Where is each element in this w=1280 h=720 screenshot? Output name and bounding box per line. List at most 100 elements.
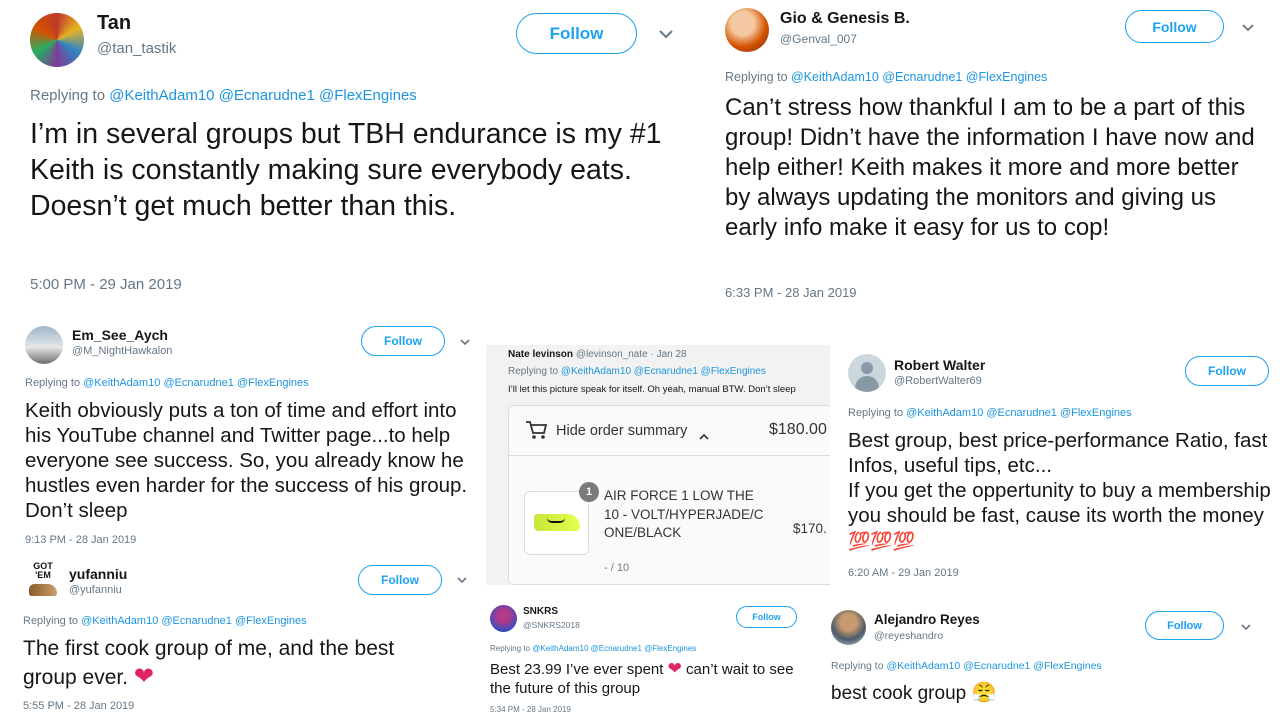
display-name[interactable]: SNKRS <box>523 606 558 617</box>
user-handle[interactable]: @tan_tastik <box>97 40 176 57</box>
mention-link[interactable]: @KeithAdam10 <box>532 644 588 653</box>
timestamp[interactable]: 6:20 AM - 29 Jan 2019 <box>848 567 959 579</box>
follow-button[interactable]: Follow <box>1185 356 1269 386</box>
avatar[interactable] <box>831 610 866 645</box>
mention-link[interactable]: @Ecnarudne1 <box>161 615 232 627</box>
tweet-card-tan: Tan @tan_tastik Follow Replying to @Keit… <box>0 0 700 318</box>
order-item: 1 AIR FORCE 1 LOW THE 10 - VOLT/HYPERJAD… <box>509 457 830 585</box>
tweet-text-body: Best group, best price-performance Ratio… <box>848 429 1271 527</box>
timestamp[interactable]: 5:55 PM - 28 Jan 2019 <box>23 700 134 712</box>
tweet-date[interactable]: · Jan 28 <box>650 349 686 360</box>
user-handle[interactable]: @yufanniu <box>69 584 122 596</box>
tweet-card-robert-walter: Robert Walter @RobertWalter69 Follow Rep… <box>830 345 1280 595</box>
tweet-text: Best 23.99 I’ve ever spent ❤ can’t wait … <box>490 659 810 698</box>
heart-emoji: ❤ <box>667 659 682 678</box>
product-price: $170. <box>793 521 827 536</box>
avatar[interactable] <box>848 354 886 392</box>
timestamp[interactable]: 5:34 PM - 28 Jan 2019 <box>490 705 571 714</box>
tweet-text: Can’t stress how thankful I am to be a p… <box>725 94 1255 241</box>
user-handle[interactable]: @Genval_007 <box>780 32 857 46</box>
tweet-text-body: best cook group <box>831 683 967 704</box>
steam-face-emoji: 😤 <box>971 682 997 704</box>
avatar[interactable] <box>30 13 84 67</box>
avatar-sneaker <box>29 584 57 596</box>
mention-link[interactable]: @FlexEngines <box>966 70 1047 84</box>
follow-button[interactable]: Follow <box>358 565 442 595</box>
mention-link[interactable]: @Ecnarudne1 <box>963 660 1030 672</box>
replying-to: Replying to @KeithAdam10 @Ecnarudne1 @Fl… <box>30 87 417 104</box>
mention-link[interactable]: @KeithAdam10 <box>561 366 631 377</box>
tweet-card-snkrs: SNKRS @SNKRS2018 Follow Replying to @Kei… <box>486 600 816 720</box>
avatar[interactable]: GOT 'EM <box>28 562 58 600</box>
mention-link[interactable]: @Ecnarudne1 <box>986 407 1057 419</box>
swoosh-icon <box>547 518 565 523</box>
user-handle[interactable]: @M_NightHawkalon <box>72 345 172 357</box>
order-summary-bar[interactable]: Hide order summary $180.00 <box>509 406 830 456</box>
display-name[interactable]: Nate levinson <box>508 349 573 360</box>
timestamp[interactable]: 6:33 PM - 28 Jan 2019 <box>725 285 857 300</box>
chevron-up-icon[interactable] <box>699 427 709 445</box>
tweet-text-body: The first cook group of me, and the best… <box>23 637 395 689</box>
mention-link[interactable]: @KeithAdam10 <box>791 70 879 84</box>
tweet-text: Keith obviously puts a ton of time and e… <box>25 399 468 522</box>
product-name: AIR FORCE 1 LOW THE 10 - VOLT/HYPERJADE/… <box>604 488 764 540</box>
tweet-text: Best group, best price-performance Ratio… <box>848 428 1278 554</box>
replying-to: Replying to @KeithAdam10 @Ecnarudne1 @Fl… <box>490 644 697 653</box>
mention-link[interactable]: @FlexEngines <box>1060 407 1132 419</box>
tweet-card-gio: Gio & Genesis B. @Genval_007 Follow Repl… <box>700 0 1280 318</box>
replying-to: Replying to @KeithAdam10 @Ecnarudne1 @Fl… <box>23 615 307 627</box>
order-total: $180.00 <box>769 421 827 438</box>
mention-link[interactable]: @KeithAdam10 <box>83 377 160 389</box>
avatar[interactable] <box>490 605 517 632</box>
display-name[interactable]: Tan <box>97 12 131 35</box>
default-avatar-head <box>861 362 873 374</box>
mention-link[interactable]: @FlexEngines <box>644 644 696 653</box>
follow-button[interactable]: Follow <box>361 326 445 356</box>
heart-emoji: ❤ <box>133 663 155 690</box>
follow-button[interactable]: Follow <box>736 606 797 628</box>
avatar[interactable] <box>725 8 769 52</box>
replying-to: Replying to @KeithAdam10 @Ecnarudne1 @Fl… <box>848 407 1132 419</box>
tweet-text: I’ll let this picture speak for itself. … <box>508 384 796 395</box>
tweet-header: Nate levinson @levinson_nate · Jan 28 <box>508 349 687 360</box>
display-name[interactable]: Alejandro Reyes <box>874 612 980 627</box>
mention-link[interactable]: @FlexEngines <box>701 366 766 377</box>
mention-link[interactable]: @Ecnarudne1 <box>634 366 698 377</box>
mention-link[interactable]: @Ecnarudne1 <box>591 644 642 653</box>
mention-link[interactable]: @FlexEngines <box>235 615 307 627</box>
display-name[interactable]: Robert Walter <box>894 357 985 373</box>
avatar[interactable] <box>25 326 63 364</box>
replying-to: Replying to @KeithAdam10 @Ecnarudne1 @Fl… <box>25 377 309 389</box>
product-size: - / 10 <box>604 562 630 574</box>
replying-to: Replying to @KeithAdam10 @Ecnarudne1 @Fl… <box>831 660 1102 672</box>
timestamp[interactable]: 9:13 PM - 28 Jan 2019 <box>25 534 136 546</box>
mention-link[interactable]: @Ecnarudne1 <box>219 87 315 104</box>
mention-link[interactable]: @KeithAdam10 <box>81 615 158 627</box>
follow-button[interactable]: Follow <box>516 13 637 54</box>
mention-link[interactable]: @FlexEngines <box>319 87 417 104</box>
mention-link[interactable]: @KeithAdam10 <box>906 407 983 419</box>
user-handle[interactable]: @levinson_nate <box>576 349 648 360</box>
replying-to: Replying to @KeithAdam10 @Ecnarudne1 @Fl… <box>508 366 766 377</box>
follow-button[interactable]: Follow <box>1125 10 1224 43</box>
mention-link[interactable]: @FlexEngines <box>237 377 309 389</box>
follow-button[interactable]: Follow <box>1145 611 1224 640</box>
timestamp[interactable]: 5:00 PM - 29 Jan 2019 <box>30 276 182 293</box>
tweet-text: best cook group 😤 <box>831 681 1251 706</box>
replying-to: Replying to @KeithAdam10 @Ecnarudne1 @Fl… <box>725 70 1048 84</box>
display-name[interactable]: Gio & Genesis B. <box>780 10 910 28</box>
tweet-text-body: Best 23.99 I’ve ever spent <box>490 661 664 678</box>
mention-link[interactable]: @Ecnarudne1 <box>163 377 234 389</box>
mention-link[interactable]: @KeithAdam10 <box>886 660 960 672</box>
user-handle[interactable]: @RobertWalter69 <box>894 375 982 387</box>
user-handle[interactable]: @reyeshandro <box>874 630 943 642</box>
mention-link[interactable]: @KeithAdam10 <box>109 87 214 104</box>
product-thumbnail <box>524 491 589 555</box>
display-name[interactable]: yufanniu <box>69 566 127 582</box>
mention-link[interactable]: @FlexEngines <box>1033 660 1101 672</box>
user-handle[interactable]: @SNKRS2018 <box>523 620 580 630</box>
hundred-points-emoji: 💯💯💯 <box>848 531 916 551</box>
order-summary-toggle[interactable]: Hide order summary <box>556 423 687 439</box>
display-name[interactable]: Em_See_Aych <box>72 327 168 343</box>
mention-link[interactable]: @Ecnarudne1 <box>882 70 962 84</box>
